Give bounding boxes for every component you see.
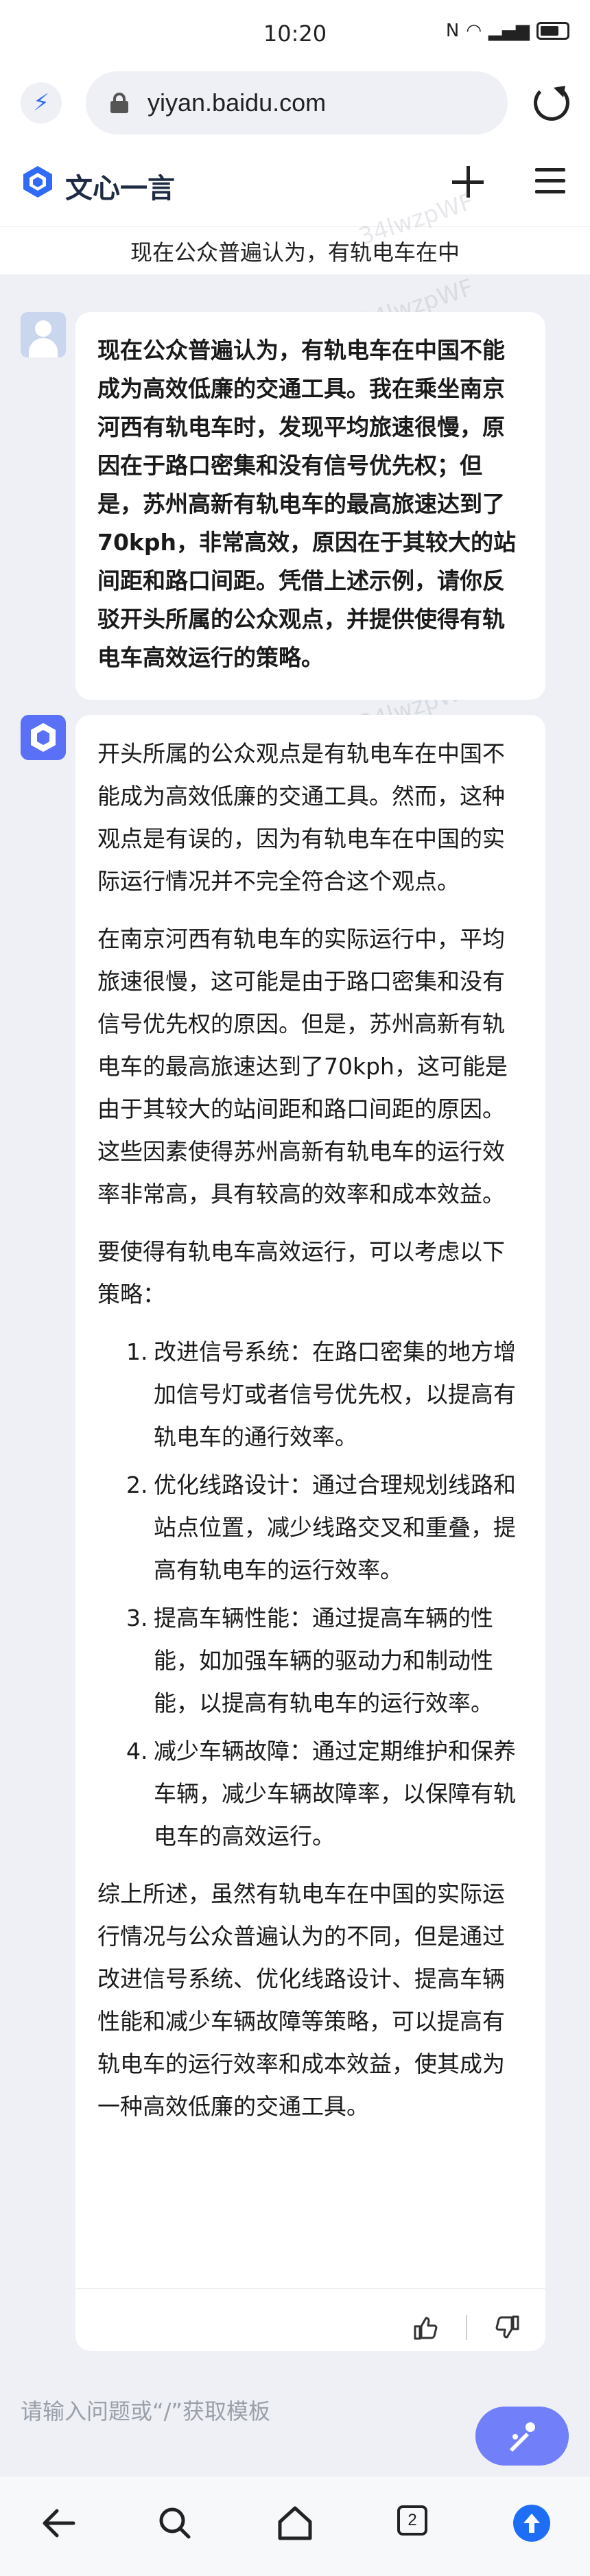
signal-icon: ▂▄▆ [488,21,530,41]
list-item-text: 优化线路设计：通过合理规划线路和站点位置，减少线路交叉和重叠，提高有轨电车的运行… [154,1472,516,1583]
new-chat-button[interactable] [449,163,486,200]
question-input[interactable] [21,2384,460,2439]
bot-message-bubble: 开头所属的公众观点是有轨电车在中国不能成为高效低廉的交通工具。然而，这种观点是有… [75,715,545,2351]
browser-bar: ⚡ yiyan.baidu.com [0,69,590,137]
bot-paragraph: 开头所属的公众观点是有轨电车在中国不能成为高效低廉的交通工具。然而，这种观点是有… [97,740,505,895]
feedback-divider [466,2315,467,2340]
bot-conclusion: 综上所述，虽然有轨电车在中国的实际运行情况与公众普遍认为的不同，但是通过改进信号… [97,1880,505,2120]
list-number: 2. [126,1472,148,1498]
battery-icon [536,22,569,40]
list-number: 1. [126,1338,148,1365]
reload-icon[interactable] [534,85,569,121]
menu-icon[interactable] [535,168,565,196]
bot-paragraph: 要使得有轨电车高效运行，可以考虑以下策略： [97,1238,505,1308]
bubble-divider [75,2288,545,2289]
user-message-bubble: 现在公众普遍认为，有轨电车在中国不能成为高效低廉的交通工具。我在乘坐南京河西有轨… [75,312,545,700]
search-icon[interactable] [154,2503,196,2544]
list-item-text: 改进信号系统：在路口密集的地方增加信号灯或者信号优先权，以提高有轨电车的通行效率… [154,1338,516,1450]
app-title: 文心一言 [65,173,175,204]
logo-icon [23,166,52,198]
list-item-text: 提高车辆性能：通过提高车辆的性能，如加强车辆的驱动力和制动性能，以提高有轨电车的… [154,1605,493,1716]
list-number: 3. [126,1605,148,1631]
url-text: yiyan.baidu.com [148,88,327,117]
thumbs-up-icon[interactable] [411,2314,438,2341]
list-item-text: 减少车辆故障：通过定期维护和保养车辆，减少车辆故障率，以保障有轨电车的高效运行。 [154,1738,516,1850]
user-message-text: 现在公众普遍认为，有轨电车在中国不能成为高效低廉的交通工具。我在乘坐南京河西有轨… [97,337,516,671]
list-item: 2. 优化线路设计：通过合理规划线路和站点位置，减少线路交叉和重叠，提高有轨电车… [126,1464,523,1592]
user-avatar [21,312,66,357]
lightning-icon[interactable]: ⚡ [21,82,62,123]
lock-icon [110,93,128,113]
bot-paragraph: 在南京河西有轨电车的实际运行中，平均旅速很慢，这可能是由于路口密集和没有信号优先… [97,925,508,1207]
list-number: 4. [126,1738,148,1764]
bot-avatar [21,715,66,760]
send-button[interactable] [475,2407,569,2466]
back-icon[interactable] [38,2503,79,2544]
list-item: 4. 减少车辆故障：通过定期维护和保养车辆，减少车辆故障率，以保障有轨电车的高效… [126,1730,523,1858]
app-header: 文心一言 [0,137,590,226]
wifi-icon: ◠ [466,21,482,41]
list-item: 3. 提高车辆性能：通过提高车辆的性能，如加强车辆的驱动力和制动性能，以提高有轨… [126,1597,523,1725]
strategy-list: 1. 改进信号系统：在路口密集的地方增加信号灯或者信号优先权，以提高有轨电车的通… [126,1331,523,1858]
status-bar: 10:20 N ◠ ▂▄▆ [0,0,590,69]
list-item: 1. 改进信号系统：在路口密集的地方增加信号灯或者信号优先权，以提高有轨电车的通… [126,1331,523,1458]
status-icons: N ◠ ▂▄▆ [446,21,569,41]
input-area [0,2367,590,2477]
bottom-nav: 2 [0,2477,590,2576]
tabs-button[interactable]: 2 [394,2503,436,2544]
address-bar[interactable]: yiyan.baidu.com [86,71,508,134]
feedback-bar [411,2314,522,2341]
home-icon[interactable] [274,2503,316,2544]
nfc-icon: N [445,21,460,41]
profile-icon[interactable] [511,2503,552,2544]
question-preview: 现在公众普遍认为，有轨电车在中 [0,226,590,274]
thumbs-down-icon[interactable] [495,2314,522,2341]
tab-count: 2 [397,2505,427,2536]
